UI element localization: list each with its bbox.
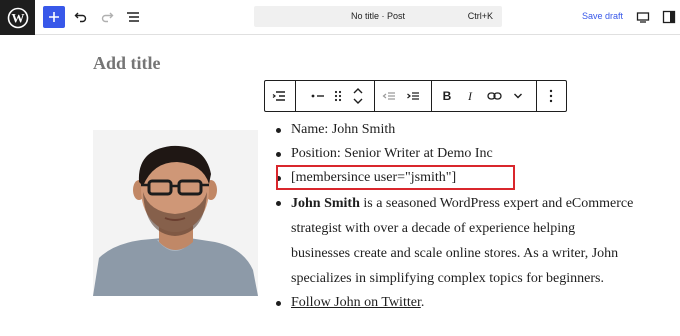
list-item[interactable]: Name: John Smith — [264, 118, 644, 142]
save-draft-button[interactable]: Save draft — [582, 11, 623, 21]
wordpress-icon: W — [7, 7, 28, 28]
unordered-list-icon — [311, 94, 324, 98]
link-suffix: . — [420, 295, 425, 310]
document-overview-icon — [127, 12, 139, 22]
toolbar-divider — [431, 81, 432, 111]
list-item-link[interactable]: Follow John on Twitter. — [264, 291, 644, 315]
chevron-down-icon — [514, 93, 522, 99]
more-vertical-icon — [549, 89, 553, 103]
undo-button[interactable] — [71, 7, 91, 27]
preview-button[interactable] — [633, 7, 653, 27]
block-toolbar: B I — [264, 80, 567, 112]
settings-sidebar-button[interactable] — [659, 7, 679, 27]
italic-button[interactable]: I — [460, 86, 480, 106]
post-title-input[interactable]: Add title — [93, 53, 161, 74]
move-up-down-button[interactable] — [348, 86, 368, 106]
link-button[interactable] — [484, 86, 504, 106]
keyboard-shortcut: Ctrl+K — [467, 11, 493, 21]
person-illustration — [93, 130, 258, 296]
add-block-button[interactable] — [43, 6, 65, 28]
shortcode-highlight — [276, 165, 515, 190]
toolbar-divider — [536, 81, 537, 111]
block-options-button[interactable] — [541, 86, 561, 106]
outdent-icon — [382, 92, 395, 100]
list-block[interactable]: Name: John Smith Position: Senior Writer… — [264, 118, 644, 315]
more-formatting-button[interactable] — [508, 86, 528, 106]
plus-icon — [49, 12, 59, 22]
author-name: John Smith — [291, 196, 360, 211]
author-details-list: Name: John Smith Position: Senior Writer… — [264, 118, 644, 315]
command-palette-bar[interactable]: No title · Post Ctrl+K — [254, 6, 502, 27]
undo-icon — [74, 12, 87, 23]
wordpress-logo-button[interactable]: W — [0, 0, 35, 35]
block-type-button[interactable] — [269, 86, 289, 106]
link-icon — [486, 92, 502, 100]
desktop-view-icon — [636, 12, 650, 23]
svg-text:W: W — [11, 10, 24, 25]
editor-header: W No title · Post Ctrl+K Save draft — [0, 0, 680, 35]
toolbar-divider — [295, 81, 296, 111]
document-title: No title · Post — [350, 11, 406, 21]
indent-button[interactable] — [403, 86, 423, 106]
indent-icon — [407, 92, 419, 100]
list-item-bio[interactable]: John Smith is a seasoned WordPress exper… — [264, 190, 644, 291]
list-item[interactable]: Position: Senior Writer at Demo Inc — [264, 142, 644, 166]
toolbar-divider — [374, 81, 375, 111]
chevron-up-down-icon — [353, 88, 363, 104]
list-block-icon — [272, 91, 285, 101]
follow-twitter-link[interactable]: Follow John on Twitter — [291, 295, 421, 310]
author-photo[interactable] — [93, 130, 258, 296]
outdent-button[interactable] — [379, 86, 399, 106]
drag-handle[interactable] — [328, 86, 348, 106]
bold-button[interactable]: B — [437, 86, 457, 106]
settings-sidebar-icon — [662, 10, 676, 24]
redo-button[interactable] — [97, 7, 117, 27]
unordered-list-button[interactable] — [308, 86, 328, 106]
drag-handle-icon — [334, 90, 342, 102]
redo-icon — [101, 12, 114, 23]
document-overview-button[interactable] — [123, 7, 143, 27]
